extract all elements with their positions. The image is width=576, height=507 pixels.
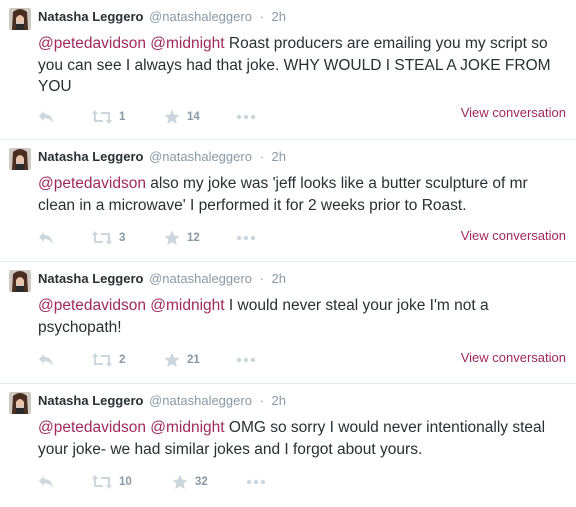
author-handle[interactable]: @natashaleggero: [149, 271, 252, 286]
timestamp[interactable]: 2h: [272, 9, 286, 24]
reply-button[interactable]: [38, 229, 54, 247]
tweet-header: Natasha Leggero @natashaleggero · 2h: [38, 9, 286, 25]
avatar[interactable]: [9, 8, 31, 30]
tweet-header: Natasha Leggero @natashaleggero · 2h: [38, 271, 286, 287]
retweet-icon: [92, 475, 112, 489]
avatar[interactable]: [9, 148, 31, 170]
timestamp[interactable]: 2h: [272, 393, 286, 408]
retweet-count: 2: [119, 354, 126, 366]
star-icon: [164, 230, 180, 245]
star-icon: [172, 474, 188, 489]
mention-link[interactable]: @midnight: [150, 35, 224, 52]
tweet-feed: Natasha Leggero @natashaleggero · 2h @pe…: [0, 0, 576, 507]
more-icon: [236, 357, 256, 363]
tweet-text: @petedavidson @midnight OMG so sorry I w…: [38, 417, 568, 460]
author-handle[interactable]: @natashaleggero: [149, 393, 252, 408]
more-button[interactable]: [236, 351, 256, 369]
tweet[interactable]: Natasha Leggero @natashaleggero · 2h @pe…: [0, 384, 576, 507]
view-conversation-link[interactable]: View conversation: [461, 105, 566, 120]
star-icon: [164, 109, 180, 124]
mention-link[interactable]: @midnight: [150, 419, 224, 436]
author-name[interactable]: Natasha Leggero: [38, 393, 143, 408]
retweet-button[interactable]: 1: [92, 108, 125, 126]
author-name[interactable]: Natasha Leggero: [38, 149, 143, 164]
retweet-button[interactable]: 2: [92, 351, 125, 369]
avatar[interactable]: [9, 392, 31, 414]
reply-icon: [39, 232, 53, 244]
more-button[interactable]: [246, 473, 266, 491]
tweet-header: Natasha Leggero @natashaleggero · 2h: [38, 393, 286, 409]
favorite-button[interactable]: 32: [172, 473, 208, 491]
author-name[interactable]: Natasha Leggero: [38, 271, 143, 286]
more-button[interactable]: [236, 108, 256, 126]
reply-icon: [39, 476, 53, 488]
retweet-icon: [92, 110, 112, 124]
timestamp[interactable]: 2h: [272, 271, 286, 286]
reply-button[interactable]: [38, 108, 54, 126]
retweet-count: 1: [119, 111, 126, 123]
favorite-count: 12: [187, 232, 200, 244]
reply-button[interactable]: [38, 351, 54, 369]
tweet-text: @petedavidson also my joke was 'jeff loo…: [38, 173, 568, 216]
favorite-button[interactable]: 12: [164, 229, 200, 247]
retweet-count: 3: [119, 232, 126, 244]
favorite-count: 21: [187, 354, 200, 366]
star-icon: [164, 352, 180, 367]
tweet-header: Natasha Leggero @natashaleggero · 2h: [38, 149, 286, 165]
tweet[interactable]: Natasha Leggero @natashaleggero · 2h @pe…: [0, 262, 576, 384]
avatar[interactable]: [9, 270, 31, 292]
separator-dot: ·: [259, 149, 264, 164]
tweet[interactable]: Natasha Leggero @natashaleggero · 2h @pe…: [0, 0, 576, 140]
tweet-text: @petedavidson @midnight Roast producers …: [38, 33, 568, 98]
tweet-text: @petedavidson @midnight I would never st…: [38, 295, 568, 338]
favorite-button[interactable]: 21: [164, 351, 200, 369]
separator-dot: ·: [259, 393, 264, 408]
reply-icon: [39, 354, 53, 366]
separator-dot: ·: [259, 271, 264, 286]
author-handle[interactable]: @natashaleggero: [149, 9, 252, 24]
more-icon: [246, 479, 266, 485]
more-icon: [236, 235, 256, 241]
mention-link[interactable]: @midnight: [150, 297, 224, 314]
retweet-icon: [92, 353, 112, 367]
retweet-count: 10: [119, 476, 132, 488]
separator-dot: ·: [259, 9, 264, 24]
author-name[interactable]: Natasha Leggero: [38, 9, 143, 24]
retweet-button[interactable]: 3: [92, 229, 125, 247]
favorite-button[interactable]: 14: [164, 108, 200, 126]
favorite-count: 32: [195, 476, 208, 488]
mention-link[interactable]: @petedavidson: [38, 175, 146, 192]
retweet-button[interactable]: 10: [92, 473, 132, 491]
timestamp[interactable]: 2h: [272, 149, 286, 164]
author-handle[interactable]: @natashaleggero: [149, 149, 252, 164]
mention-link[interactable]: @petedavidson: [38, 297, 146, 314]
favorite-count: 14: [187, 111, 200, 123]
reply-icon: [39, 111, 53, 123]
mention-link[interactable]: @petedavidson: [38, 35, 146, 52]
tweet[interactable]: Natasha Leggero @natashaleggero · 2h @pe…: [0, 140, 576, 262]
retweet-icon: [92, 231, 112, 245]
mention-link[interactable]: @petedavidson: [38, 419, 146, 436]
more-icon: [236, 114, 256, 120]
reply-button[interactable]: [38, 473, 54, 491]
view-conversation-link[interactable]: View conversation: [461, 228, 566, 243]
view-conversation-link[interactable]: View conversation: [461, 350, 566, 365]
more-button[interactable]: [236, 229, 256, 247]
